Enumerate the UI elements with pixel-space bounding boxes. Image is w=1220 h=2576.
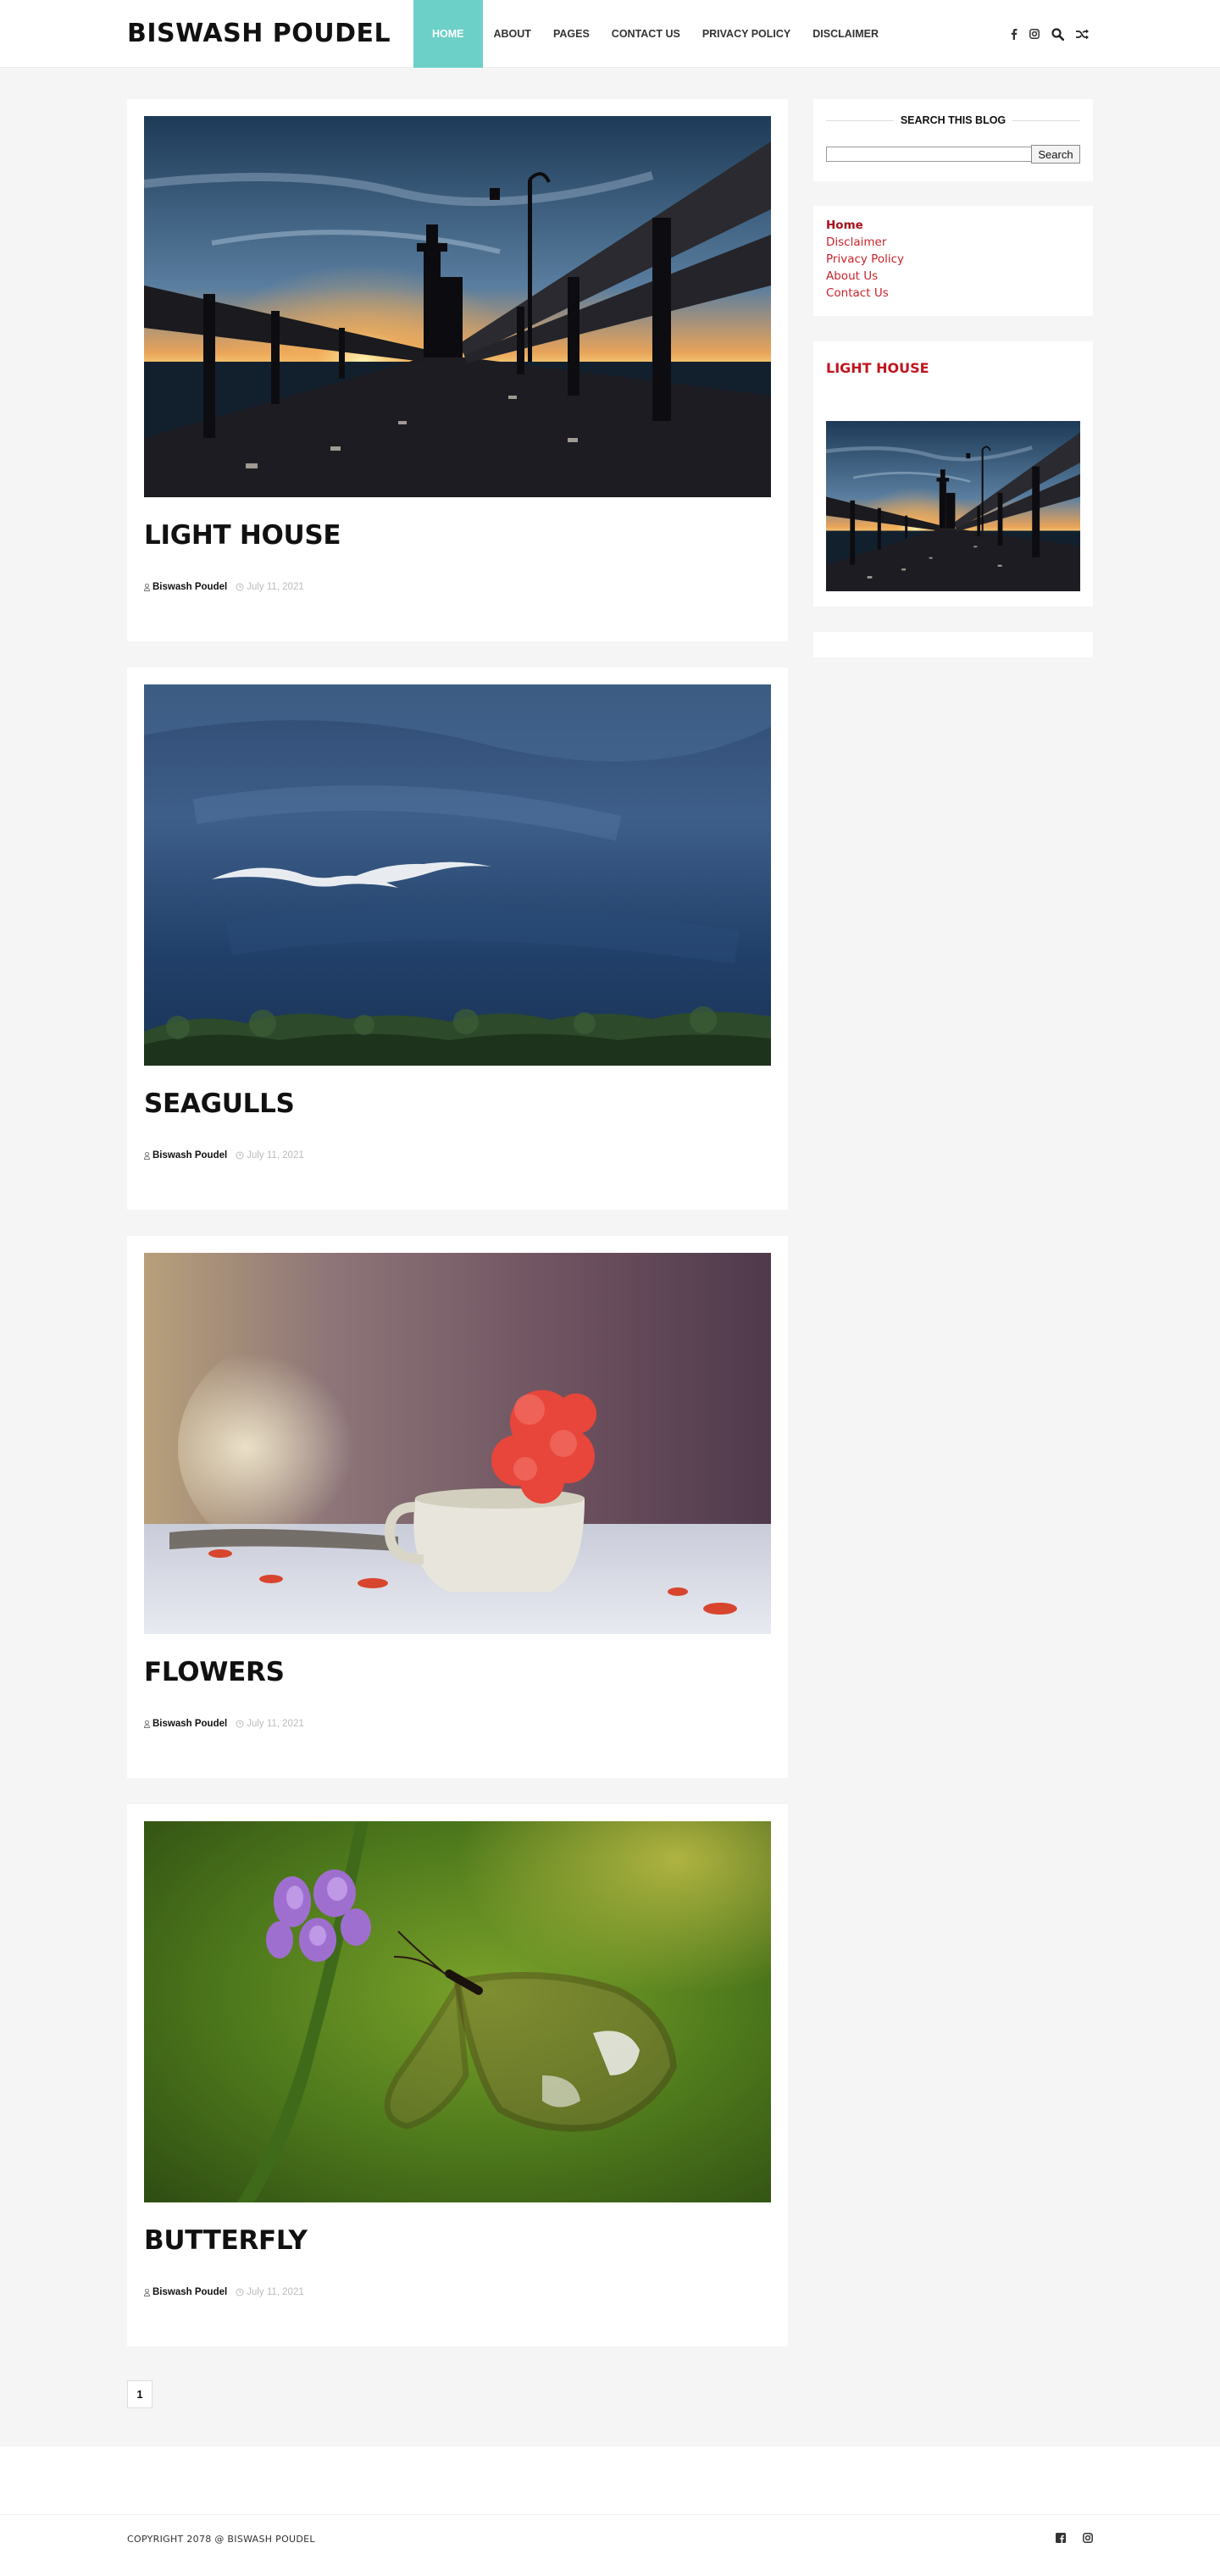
post-image-seagulls[interactable] xyxy=(144,684,771,1066)
page-link-home[interactable]: Home xyxy=(826,217,1080,234)
site-logo[interactable]: BISWASH POUDEL xyxy=(127,17,391,51)
clock-icon xyxy=(236,1151,244,1160)
post-date-text: July 11, 2021 xyxy=(247,1719,304,1729)
post-title[interactable]: FLOWERS xyxy=(144,1655,285,1689)
search-icon[interactable] xyxy=(1051,27,1064,41)
copyright-text: COPYRIGHT 2078 @ BISWASH POUDEL xyxy=(127,2534,315,2545)
empty-widget xyxy=(813,632,1093,657)
nav-disclaimer[interactable]: DISCLAIMER xyxy=(801,0,890,68)
post-author-name: Biswash Poudel xyxy=(152,582,228,592)
post-author[interactable]: Biswash Poudel xyxy=(144,1150,227,1161)
search-button[interactable]: Search xyxy=(1031,145,1080,163)
user-icon xyxy=(144,583,150,591)
nav-home[interactable]: HOME xyxy=(413,0,483,68)
post-author-name: Biswash Poudel xyxy=(152,2287,228,2297)
search-widget-title-text: SEARCH THIS BLOG xyxy=(900,114,1006,126)
post-date-text: July 11, 2021 xyxy=(247,582,304,592)
post-title[interactable]: LIGHT HOUSE xyxy=(144,518,341,552)
post-date: July 11, 2021 xyxy=(236,1719,304,1729)
featured-post-image[interactable] xyxy=(826,421,1080,591)
post-card: BUTTERFLY Biswash Poudel July 11, 2021 xyxy=(127,1804,788,2346)
footer-widgets-area xyxy=(0,2446,1220,2514)
post-card: LIGHT HOUSE Biswash Poudel July 11, 2021 xyxy=(127,99,788,641)
post-author-name: Biswash Poudel xyxy=(152,1719,228,1729)
post-author[interactable]: Biswash Poudel xyxy=(144,582,227,592)
featured-post-widget: LIGHT HOUSE xyxy=(813,341,1093,607)
nav-privacy-policy[interactable]: PRIVACY POLICY xyxy=(691,0,801,68)
clock-icon xyxy=(236,1720,244,1728)
clock-icon xyxy=(236,2288,244,2296)
post-card: FLOWERS Biswash Poudel July 11, 2021 xyxy=(127,1236,788,1778)
page-link-disclaimer[interactable]: Disclaimer xyxy=(826,234,1080,251)
divider xyxy=(1012,120,1080,121)
post-title[interactable]: SEAGULLS xyxy=(144,1087,295,1121)
post-meta: Biswash Poudel July 11, 2021 xyxy=(144,2287,304,2297)
nav-about[interactable]: ABOUT xyxy=(483,0,542,68)
divider xyxy=(826,120,894,121)
clock-icon xyxy=(236,583,244,591)
search-widget: SEARCH THIS BLOG Search xyxy=(813,99,1093,181)
post-image-butterfly[interactable] xyxy=(144,1821,771,2202)
post-image-lighthouse[interactable] xyxy=(144,116,771,497)
facebook-icon[interactable] xyxy=(1056,2533,1066,2543)
post-date: July 11, 2021 xyxy=(236,582,304,592)
footer-social-icons xyxy=(1056,2533,1093,2543)
nav-contact-us[interactable]: CONTACT US xyxy=(601,0,691,68)
facebook-icon[interactable] xyxy=(1011,28,1018,40)
post-date-text: July 11, 2021 xyxy=(247,1150,304,1161)
search-widget-title: SEARCH THIS BLOG xyxy=(826,114,1080,127)
site-footer: COPYRIGHT 2078 @ BISWASH POUDEL xyxy=(0,2514,1220,2576)
shuffle-icon[interactable] xyxy=(1076,29,1089,40)
instagram-icon[interactable] xyxy=(1029,29,1040,39)
pagination-page-1[interactable]: 1 xyxy=(127,2380,152,2408)
nav-pages[interactable]: PAGES xyxy=(542,0,601,68)
post-date: July 11, 2021 xyxy=(236,2287,304,2297)
post-meta: Biswash Poudel July 11, 2021 xyxy=(144,1150,304,1161)
page-link-privacy-policy[interactable]: Privacy Policy xyxy=(826,251,1080,268)
instagram-icon[interactable] xyxy=(1083,2533,1093,2543)
page-link-contact-us[interactable]: Contact Us xyxy=(826,285,1080,302)
pages-widget: Home Disclaimer Privacy Policy About Us … xyxy=(813,206,1093,316)
user-icon xyxy=(144,1151,150,1160)
post-card: SEAGULLS Biswash Poudel July 11, 2021 xyxy=(127,668,788,1210)
post-title[interactable]: BUTTERFLY xyxy=(144,2224,308,2257)
header-icons xyxy=(1011,24,1089,44)
user-icon xyxy=(144,2288,150,2296)
post-author[interactable]: Biswash Poudel xyxy=(144,1719,227,1729)
post-author-name: Biswash Poudel xyxy=(152,1150,228,1161)
user-icon xyxy=(144,1720,150,1728)
post-date: July 11, 2021 xyxy=(236,1150,304,1161)
post-image-flowers[interactable] xyxy=(144,1253,771,1634)
site-header: BISWASH POUDEL HOME ABOUT PAGES CONTACT … xyxy=(0,0,1220,68)
main-nav: HOME ABOUT PAGES CONTACT US PRIVACY POLI… xyxy=(413,0,890,68)
post-date-text: July 11, 2021 xyxy=(247,2287,304,2297)
post-author[interactable]: Biswash Poudel xyxy=(144,2287,227,2297)
post-meta: Biswash Poudel July 11, 2021 xyxy=(144,1719,304,1729)
post-meta: Biswash Poudel July 11, 2021 xyxy=(144,582,304,592)
search-input[interactable] xyxy=(826,147,1033,162)
page-link-about-us[interactable]: About Us xyxy=(826,268,1080,285)
featured-post-title[interactable]: LIGHT HOUSE xyxy=(826,360,929,377)
